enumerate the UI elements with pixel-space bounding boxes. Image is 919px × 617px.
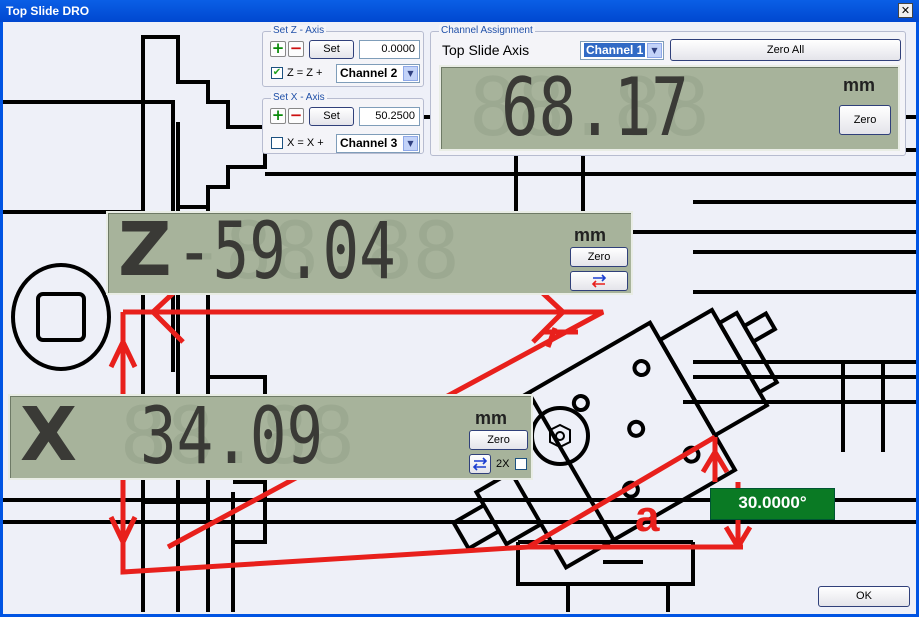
x-dro-value: 34.09 xyxy=(140,392,324,482)
set-z-group: Set Z - Axis + − Set 0.0000 ✔ Z = Z + Ch… xyxy=(262,25,424,87)
zero-all-button[interactable]: Zero All xyxy=(670,39,901,61)
top-slide-dro-value: 68.17 xyxy=(501,61,689,154)
x-decrement-button[interactable]: − xyxy=(288,108,304,124)
ok-button[interactable]: OK xyxy=(818,586,910,607)
x-equation-label: X = X + xyxy=(287,137,324,149)
z-swap-direction-button[interactable] xyxy=(570,271,628,291)
x-channel-value: Channel 3 xyxy=(340,136,398,150)
top-slide-dro-display: 88.88 68.17 mm Zero xyxy=(439,61,900,154)
close-button[interactable]: ✕ xyxy=(898,3,913,18)
x-swap-direction-button[interactable] xyxy=(469,454,491,474)
diameter-checkbox[interactable] xyxy=(515,458,527,470)
x-axis-letter: X xyxy=(20,392,78,478)
diameter-label: 2X xyxy=(496,458,510,470)
z-unit-label: mm xyxy=(574,225,607,245)
x-zero-button[interactable]: Zero xyxy=(469,430,528,450)
z-equation-label: Z = Z + xyxy=(287,67,323,79)
z-channel-select[interactable]: Channel 2 ▼ xyxy=(336,64,420,83)
chevron-down-icon[interactable]: ▼ xyxy=(647,43,662,58)
z-axis-letter: Z xyxy=(118,207,172,293)
angle-symbol-label: a xyxy=(635,492,660,541)
swap-direction-icon xyxy=(591,274,607,288)
chevron-down-icon[interactable]: ▼ xyxy=(403,136,418,151)
set-x-label: Set X - Axis xyxy=(271,92,327,103)
chevron-down-icon[interactable]: ▼ xyxy=(403,66,418,81)
x-dro-panel: X 88.88 34.09 mm Zero 2X xyxy=(8,392,533,482)
swap-direction-icon xyxy=(472,457,488,471)
top-slide-channel-value: Channel 1 xyxy=(584,43,646,57)
x-equation-checkbox[interactable] xyxy=(271,137,283,149)
z-channel-value: Channel 2 xyxy=(340,66,398,80)
z-equation-checkbox[interactable]: ✔ xyxy=(271,67,283,79)
z-zero-button[interactable]: Zero xyxy=(570,247,628,267)
z-set-button[interactable]: Set xyxy=(309,40,354,59)
x-set-value-field[interactable]: 50.2500 xyxy=(359,107,420,126)
top-slide-axis-label: Top Slide Axis xyxy=(442,42,530,58)
app-window: Top Slide DRO ✕ Set Z - Axis + − Set 0.0… xyxy=(0,0,919,617)
x-increment-button[interactable]: + xyxy=(270,108,286,124)
client-area: Set Z - Axis + − Set 0.0000 ✔ Z = Z + Ch… xyxy=(3,22,916,614)
top-slide-unit-label: mm xyxy=(843,75,876,95)
top-slide-zero-button[interactable]: Zero xyxy=(839,105,891,135)
z-dro-panel: Z -88.88 -59.04 mm Zero xyxy=(106,207,633,297)
z-decrement-button[interactable]: − xyxy=(288,41,304,57)
x-set-button[interactable]: Set xyxy=(309,107,354,126)
channel-assignment-group: Channel Assignment Top Slide Axis Channe… xyxy=(430,25,906,156)
z-set-value-field[interactable]: 0.0000 xyxy=(359,40,420,59)
x-channel-select[interactable]: Channel 3 ▼ xyxy=(336,134,420,153)
set-x-group: Set X - Axis + − Set 50.2500 X = X + Cha… xyxy=(262,92,424,154)
x-unit-label: mm xyxy=(475,408,508,428)
channel-assignment-label: Channel Assignment xyxy=(439,25,535,36)
set-z-label: Set Z - Axis xyxy=(271,25,327,36)
z-dro-value: -59.04 xyxy=(176,207,396,297)
title-bar: Top Slide DRO ✕ xyxy=(0,0,919,22)
window-title: Top Slide DRO xyxy=(6,4,90,18)
top-slide-channel-select[interactable]: Channel 1 ▼ xyxy=(580,41,664,60)
z-increment-button[interactable]: + xyxy=(270,41,286,57)
angle-readout: 30.0000° xyxy=(710,488,835,520)
